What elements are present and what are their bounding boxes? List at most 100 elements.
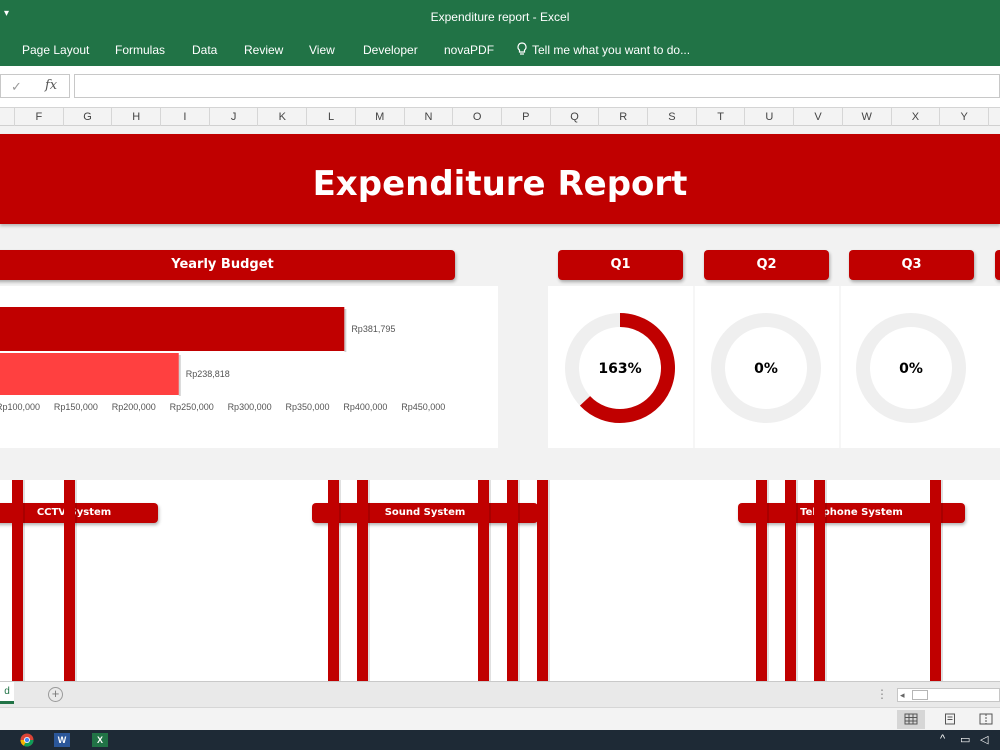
- bar-telephone-system[interactable]: [785, 480, 796, 681]
- donut-label-q3: 0%: [899, 361, 923, 377]
- bar-shadow: [75, 480, 77, 681]
- tab-view[interactable]: View: [307, 40, 337, 60]
- tab-page-layout[interactable]: Page Layout: [20, 40, 91, 60]
- bar-telephone-system[interactable]: [756, 480, 767, 681]
- page-break-view-icon[interactable]: [972, 710, 1000, 729]
- bar-sound-system[interactable]: [507, 480, 518, 681]
- bar-shadow: [518, 480, 520, 681]
- q2-header: Q2: [704, 250, 829, 280]
- scroll-thumb[interactable]: [912, 690, 928, 700]
- title-bar: ▾ Expenditure report - Excel: [0, 0, 1000, 34]
- yearly-budget-header: Yearly Budget: [0, 250, 455, 280]
- insert-function-icon[interactable]: fx: [45, 78, 57, 93]
- column-headers: FGHIJKLMNOPQRSTUVWXY: [0, 108, 1000, 126]
- budget-bar-2[interactable]: [0, 353, 179, 395]
- column-header-n[interactable]: N: [405, 108, 454, 126]
- column-header-q[interactable]: Q: [551, 108, 600, 126]
- budget-axis-tick: Rp400,000: [343, 402, 387, 412]
- category-bars-svg[interactable]: Rp14,000Rp12,000Rp10,000Rp8,000Rp6,000Rp…: [0, 480, 1000, 681]
- column-header-h[interactable]: H: [112, 108, 162, 126]
- formula-controls: ✓ fx: [0, 74, 70, 98]
- budget-axis-tick: Rp200,000: [112, 402, 156, 412]
- column-header-x[interactable]: X: [892, 108, 941, 126]
- column-header-f[interactable]: F: [15, 108, 64, 126]
- tray-chevron-icon[interactable]: ^: [940, 733, 945, 745]
- sheet-tab-active[interactable]: d: [0, 682, 14, 704]
- tab-developer[interactable]: Developer: [361, 40, 420, 60]
- add-sheet-icon[interactable]: +: [48, 687, 63, 702]
- bar-telephone-system[interactable]: [930, 480, 941, 681]
- column-header-u[interactable]: U: [746, 108, 795, 126]
- enter-check-icon[interactable]: ✓: [11, 79, 22, 95]
- bar-shadow: [489, 480, 491, 681]
- report-title: Expenditure Report: [312, 164, 688, 204]
- column-header-p[interactable]: P: [502, 108, 551, 126]
- report-banner: Expenditure Report: [0, 134, 1000, 224]
- battery-icon[interactable]: ▭: [960, 733, 970, 746]
- column-header-o[interactable]: O: [453, 108, 502, 126]
- tab-data[interactable]: Data: [190, 40, 219, 60]
- tell-me-search[interactable]: Tell me what you want to do...: [516, 40, 690, 60]
- column-header-w[interactable]: W: [843, 108, 892, 126]
- bar-shadow: [23, 480, 25, 681]
- word-icon[interactable]: W: [54, 733, 70, 747]
- tab-novapdf[interactable]: novaPDF: [442, 40, 496, 60]
- budget-axis-tick: Rp300,000: [228, 402, 272, 412]
- budget-axis-tick: Rp150,000: [54, 402, 98, 412]
- q3-header: Q3: [849, 250, 974, 280]
- bar-sound-system[interactable]: [478, 480, 489, 681]
- formula-bar: ✓ fx: [0, 66, 1000, 108]
- budget-axis-tick: Rp250,000: [170, 402, 214, 412]
- window-title: Expenditure report - Excel: [430, 10, 570, 24]
- bar-shadow: [796, 480, 798, 681]
- donut-label-q2: 0%: [754, 361, 778, 377]
- normal-view-icon[interactable]: [897, 710, 925, 729]
- bar-cctv-system[interactable]: [12, 480, 23, 681]
- more-options-icon[interactable]: ⋮: [876, 687, 888, 701]
- formula-input[interactable]: [74, 74, 1000, 98]
- sheet-grid[interactable]: Expenditure Report Yearly Budget Rp381,7…: [0, 126, 1000, 681]
- column-header-j[interactable]: J: [210, 108, 259, 126]
- column-header-s[interactable]: S: [648, 108, 697, 126]
- excel-icon[interactable]: X: [92, 733, 108, 747]
- column-header-m[interactable]: M: [356, 108, 405, 126]
- quarter-donuts-svg[interactable]: 163% 0% 0%: [548, 286, 1000, 448]
- column-header-l[interactable]: L: [307, 108, 356, 126]
- donut-label-q1: 163%: [598, 361, 641, 377]
- bar-shadow: [368, 480, 370, 681]
- page-layout-view-icon[interactable]: [936, 710, 964, 729]
- column-header-edge[interactable]: [0, 108, 15, 126]
- tab-formulas[interactable]: Formulas: [113, 40, 167, 60]
- ribbon-tabs: Page Layout Formulas Data Review View De…: [0, 34, 1000, 66]
- column-header-g[interactable]: G: [64, 108, 113, 126]
- budget-axis-tick: Rp100,000: [0, 402, 40, 412]
- q4-header-partial: [995, 250, 1000, 280]
- q1-header: Q1: [558, 250, 683, 280]
- status-bar: [0, 707, 1000, 730]
- bar-sound-system[interactable]: [328, 480, 339, 681]
- yearly-budget-chart[interactable]: Rp381,795 Rp238,818 Rp100,000 Rp150,000 Rp20…: [0, 286, 498, 448]
- column-header-i[interactable]: I: [161, 108, 210, 126]
- bar-cctv-system[interactable]: [64, 480, 75, 681]
- bar-sound-system[interactable]: [357, 480, 368, 681]
- sheet-tabs-bar: d + ⋮ ◂: [0, 681, 1000, 707]
- column-header-k[interactable]: K: [259, 108, 308, 126]
- bar-telephone-system[interactable]: [814, 480, 825, 681]
- tab-review[interactable]: Review: [242, 40, 285, 60]
- bar-shadow: [941, 480, 943, 681]
- bar-sound-system[interactable]: [537, 480, 548, 681]
- column-header-r[interactable]: R: [599, 108, 649, 126]
- chrome-icon[interactable]: [19, 733, 35, 747]
- horizontal-scrollbar[interactable]: ◂: [897, 688, 1000, 702]
- category-bars-group: Rp14,000Rp12,000Rp10,000Rp8,000Rp6,000Rp…: [12, 480, 943, 681]
- budget-bar-1[interactable]: [0, 307, 345, 351]
- os-taskbar: W X ^ ▭ ◁: [0, 730, 1000, 750]
- column-header-t[interactable]: T: [697, 108, 746, 126]
- budget-axis-tick: Rp350,000: [285, 402, 329, 412]
- tell-me-text: Tell me what you want to do...: [532, 43, 691, 57]
- column-header-v[interactable]: V: [794, 108, 843, 126]
- scroll-left-icon[interactable]: ◂: [900, 689, 905, 701]
- column-header-y[interactable]: Y: [940, 108, 989, 126]
- bar-shadow: [767, 480, 769, 681]
- volume-icon[interactable]: ◁: [980, 733, 988, 746]
